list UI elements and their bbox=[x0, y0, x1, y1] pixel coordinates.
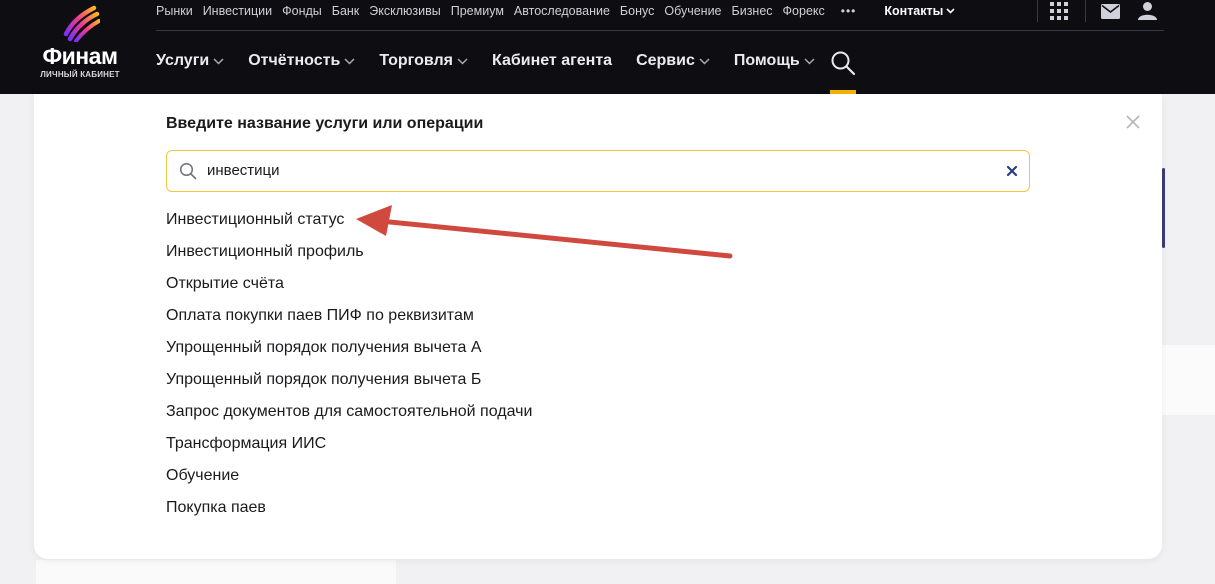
background-left-panel bbox=[36, 560, 396, 584]
chevron-down-icon bbox=[213, 57, 224, 65]
search-field[interactable] bbox=[166, 150, 1030, 192]
top-nav-item[interactable]: Банк bbox=[332, 4, 360, 18]
search-icon bbox=[831, 51, 856, 76]
search-icon bbox=[179, 162, 197, 180]
chevron-down-icon bbox=[344, 57, 355, 65]
finam-logo[interactable]: Финам ЛИЧНЫЙ КАБИНЕТ bbox=[38, 4, 122, 82]
user-icon[interactable] bbox=[1138, 1, 1157, 20]
apps-grid-icon[interactable] bbox=[1050, 2, 1068, 20]
top-nav-item[interactable]: Эксклюзивы bbox=[369, 4, 440, 18]
search-result-item[interactable]: Инвестиционный статус bbox=[166, 208, 532, 240]
contacts-label: Контакты bbox=[884, 4, 944, 18]
search-result-item[interactable]: Покупка паев bbox=[166, 496, 532, 528]
search-result-item[interactable]: Трансформация ИИС bbox=[166, 432, 532, 464]
top-nav-item[interactable]: Автоследование bbox=[514, 4, 610, 18]
chevron-down-icon bbox=[946, 8, 955, 14]
search-result-item[interactable]: Запрос документов для самостоятельной по… bbox=[166, 400, 532, 432]
search-result-item[interactable]: Упрощенный порядок получения вычета Б bbox=[166, 368, 532, 400]
main-nav-item[interactable]: Кабинет агента bbox=[492, 52, 612, 70]
main-nav-item[interactable]: Торговля bbox=[379, 52, 468, 70]
top-nav: Рынки Инвестиции Фонды Банк Эксклюзивы Премиу… bbox=[156, 0, 955, 22]
modal-title: Введите название услуги или операции bbox=[166, 115, 484, 132]
search-result-item[interactable]: Оплата покупки паев ПИФ по реквизитам bbox=[166, 304, 532, 336]
search-result-item[interactable]: Обучение bbox=[166, 464, 532, 496]
main-nav-label: Услуги bbox=[156, 52, 210, 69]
main-nav: Услуги Отчётность Торговля Кабинет агента Се… bbox=[156, 52, 839, 70]
top-nav-item[interactable]: Бизнес bbox=[732, 4, 773, 18]
main-nav-item[interactable]: Сервис bbox=[636, 52, 710, 70]
top-nav-item[interactable]: Форекс bbox=[783, 4, 825, 18]
top-nav-item[interactable]: Обучение bbox=[664, 4, 721, 18]
search-input[interactable] bbox=[207, 151, 997, 190]
top-nav-item[interactable]: Инвестиции bbox=[203, 4, 272, 18]
close-icon[interactable] bbox=[1124, 113, 1142, 131]
top-nav-item[interactable]: Фонды bbox=[282, 4, 322, 18]
background-block bbox=[1162, 345, 1215, 415]
main-nav-label: Сервис bbox=[636, 52, 695, 69]
search-result-item[interactable]: Открытие счёта bbox=[166, 272, 532, 304]
search-result-item[interactable]: Упрощенный порядок получения вычета А bbox=[166, 336, 532, 368]
main-nav-label: Отчётность bbox=[248, 52, 341, 69]
top-header: Финам ЛИЧНЫЙ КАБИНЕТ Рынки Инвестиции Фонд… bbox=[0, 0, 1215, 94]
chevron-down-icon bbox=[457, 57, 468, 65]
main-nav-label: Кабинет агента bbox=[491, 52, 613, 69]
main-nav-label: Торговля bbox=[379, 52, 453, 69]
top-nav-item[interactable]: Рынки bbox=[156, 4, 193, 18]
main-nav-item[interactable]: Помощь bbox=[734, 52, 815, 70]
top-nav-item[interactable]: Бонус bbox=[620, 4, 654, 18]
search-results-list: Инвестиционный статус Инвестиционный проф… bbox=[166, 208, 532, 528]
main-nav-item[interactable]: Отчётность bbox=[248, 52, 355, 70]
main-nav-item[interactable]: Услуги bbox=[156, 52, 224, 70]
divider bbox=[1085, 0, 1086, 22]
header-search-button[interactable] bbox=[830, 50, 856, 94]
more-icon[interactable]: ••• bbox=[841, 4, 857, 18]
logo-text: Финам bbox=[42, 43, 118, 69]
finam-logo-icon bbox=[63, 5, 100, 42]
chevron-down-icon bbox=[804, 57, 815, 65]
background-card-edge bbox=[1162, 168, 1165, 248]
contacts-dropdown[interactable]: Контакты bbox=[884, 4, 955, 18]
header-divider bbox=[156, 30, 1164, 31]
search-modal: Введите название услуги или операции Инв… bbox=[34, 94, 1162, 559]
clear-icon[interactable] bbox=[1005, 164, 1019, 178]
chevron-down-icon bbox=[699, 57, 710, 65]
top-nav-item[interactable]: Премиум bbox=[451, 4, 504, 18]
search-result-item[interactable]: Инвестиционный профиль bbox=[166, 240, 532, 272]
logo-subtitle: ЛИЧНЫЙ КАБИНЕТ bbox=[40, 70, 120, 79]
mail-icon[interactable] bbox=[1101, 4, 1120, 19]
main-nav-label: Помощь bbox=[733, 52, 800, 69]
divider bbox=[1037, 0, 1038, 22]
